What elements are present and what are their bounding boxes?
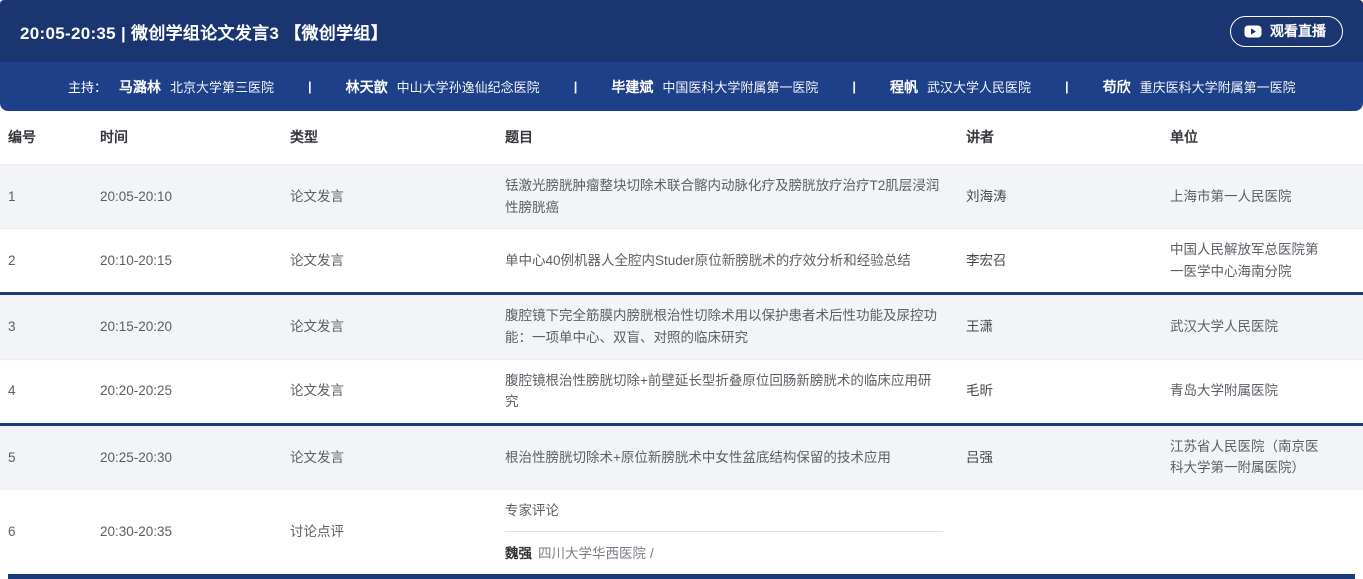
table-row: 1 20:05-20:10 论文发言 铥激光膀胱肿瘤整块切除术联合髂内动脉化疗及… <box>0 165 1363 228</box>
cell-type: 讨论点评 <box>290 511 505 553</box>
cell-title: 腹腔镜下完全筋膜内膀胱根治性切除术用以保护患者术后性功能及尿控功能：一项单中心、… <box>505 295 966 358</box>
cell-number: 4 <box>8 370 100 412</box>
host-affiliation: 武汉大学人民医院 <box>927 80 1031 95</box>
play-video-icon <box>1244 25 1262 38</box>
cell-time: 20:05-20:10 <box>100 176 290 218</box>
cell-type: 论文发言 <box>290 306 505 348</box>
cell-type: 论文发言 <box>290 176 505 218</box>
expert-comment-label: 专家评论 <box>505 500 944 522</box>
table-header-row: 编号 时间 类型 题目 讲者 单位 <box>0 111 1363 165</box>
column-header-unit: 单位 <box>1170 116 1353 158</box>
session-page: 20:05-20:35 | 微创学组论文发言3 【微创学组】 观看直播 主持： … <box>0 0 1363 560</box>
schedule-table: 编号 时间 类型 题目 讲者 单位 1 20:05-20:10 论文发言 铥激光… <box>0 111 1363 579</box>
column-header-time: 时间 <box>100 116 290 158</box>
cell-time: 20:20-20:25 <box>100 370 290 412</box>
cell-unit: 青岛大学附属医院 <box>1170 370 1353 412</box>
session-header: 20:05-20:35 | 微创学组论文发言3 【微创学组】 观看直播 <box>0 0 1363 62</box>
column-header-number: 编号 <box>8 116 100 158</box>
cell-time: 20:25-20:30 <box>100 437 290 479</box>
cell-speaker: 吕强 <box>966 437 1170 479</box>
host-item: 毕建斌中国医科大学附属第一医院 <box>611 77 818 97</box>
host-name: 林天歆 <box>346 79 388 95</box>
cell-number: 6 <box>8 511 100 553</box>
cell-type: 论文发言 <box>290 370 505 412</box>
column-header-speaker: 讲者 <box>966 116 1170 158</box>
host-name: 苟欣 <box>1103 79 1131 95</box>
cell-number: 3 <box>8 306 100 348</box>
session-title: 20:05-20:35 | 微创学组论文发言3 【微创学组】 <box>20 19 388 44</box>
column-header-type: 类型 <box>290 116 505 158</box>
table-row: 6 20:30-20:35 讨论点评 专家评论 魏强四川大学华西医院 / <box>0 489 1363 574</box>
cell-time: 20:30-20:35 <box>100 511 290 553</box>
table-row: 3 20:15-20:20 论文发言 腹腔镜下完全筋膜内膀胱根治性切除术用以保护… <box>0 292 1363 358</box>
host-item: 马潞林北京大学第三医院 <box>119 77 274 97</box>
watch-live-label: 观看直播 <box>1270 21 1326 41</box>
host-affiliation: 北京大学第三医院 <box>170 80 274 95</box>
bottom-accent-bar <box>8 574 1355 579</box>
host-separator: | <box>1065 79 1069 94</box>
host-name: 程帆 <box>890 79 918 95</box>
cell-speaker: 毛昕 <box>966 370 1170 412</box>
host-name: 马潞林 <box>119 79 161 95</box>
cell-number: 1 <box>8 176 100 218</box>
cell-title: 单中心40例机器人全腔内Studer原位新膀胱术的疗效分析和经验总结 <box>505 240 966 282</box>
host-separator: | <box>308 79 312 94</box>
table-row: 2 20:10-20:15 论文发言 单中心40例机器人全腔内Studer原位新… <box>0 228 1363 292</box>
cell-title-discussion: 专家评论 魏强四川大学华西医院 / <box>505 490 966 574</box>
host-affiliation: 中山大学孙逸仙纪念医院 <box>397 80 540 95</box>
table-row: 4 20:20-20:25 论文发言 腹腔镜根治性膀胱切除+前壁延长型折叠原位回… <box>0 359 1363 423</box>
cell-title: 腹腔镜根治性膀胱切除+前壁延长型折叠原位回肠新膀胱术的临床应用研究 <box>505 360 966 423</box>
cell-speaker: 王潇 <box>966 306 1170 348</box>
host-item: 林天歆中山大学孙逸仙纪念医院 <box>346 77 540 97</box>
host-item: 苟欣重庆医科大学附属第一医院 <box>1103 77 1296 97</box>
watch-live-button[interactable]: 观看直播 <box>1230 16 1343 47</box>
cell-type: 论文发言 <box>290 240 505 282</box>
cell-title: 根治性膀胱切除术+原位新膀胱术中女性盆底结构保留的技术应用 <box>505 437 966 479</box>
host-separator: | <box>852 79 856 94</box>
cell-unit: 武汉大学人民医院 <box>1170 306 1353 348</box>
host-affiliation: 中国医科大学附属第一医院 <box>662 80 818 95</box>
cell-unit <box>1170 522 1353 542</box>
host-separator: | <box>574 79 578 94</box>
cell-time: 20:15-20:20 <box>100 306 290 348</box>
cell-unit: 中国人民解放军总医院第一医学中心海南分院 <box>1170 229 1353 292</box>
column-header-title: 题目 <box>505 116 966 158</box>
hosts-bar: 主持： 马潞林北京大学第三医院 | 林天歆中山大学孙逸仙纪念医院 | 毕建斌中国… <box>0 62 1363 111</box>
host-item: 程帆武汉大学人民医院 <box>890 77 1031 97</box>
hosts-label: 主持： <box>68 77 107 96</box>
host-affiliation: 重庆医科大学附属第一医院 <box>1140 80 1296 95</box>
cell-title: 铥激光膀胱肿瘤整块切除术联合髂内动脉化疗及膀胱放疗治疗T2肌层浸润性膀胱癌 <box>505 165 966 228</box>
cell-unit: 江苏省人民医院（南京医科大学第一附属医院） <box>1170 426 1353 489</box>
commenter-name: 魏强 <box>505 546 532 561</box>
cell-speaker: 刘海涛 <box>966 176 1170 218</box>
table-row: 5 20:25-20:30 论文发言 根治性膀胱切除术+原位新膀胱术中女性盆底结… <box>0 423 1363 489</box>
commenter-line: 魏强四川大学华西医院 / <box>505 543 944 565</box>
cell-time: 20:10-20:15 <box>100 240 290 282</box>
host-name: 毕建斌 <box>611 79 653 95</box>
cell-type: 论文发言 <box>290 437 505 479</box>
commenter-slash: / <box>650 546 654 561</box>
cell-speaker: 李宏召 <box>966 240 1170 282</box>
cell-unit: 上海市第一人民医院 <box>1170 176 1353 218</box>
cell-number: 2 <box>8 240 100 282</box>
comment-divider <box>505 531 943 532</box>
commenter-unit: 四川大学华西医院 <box>538 546 646 561</box>
cell-speaker <box>966 522 1170 542</box>
cell-number: 5 <box>8 437 100 479</box>
